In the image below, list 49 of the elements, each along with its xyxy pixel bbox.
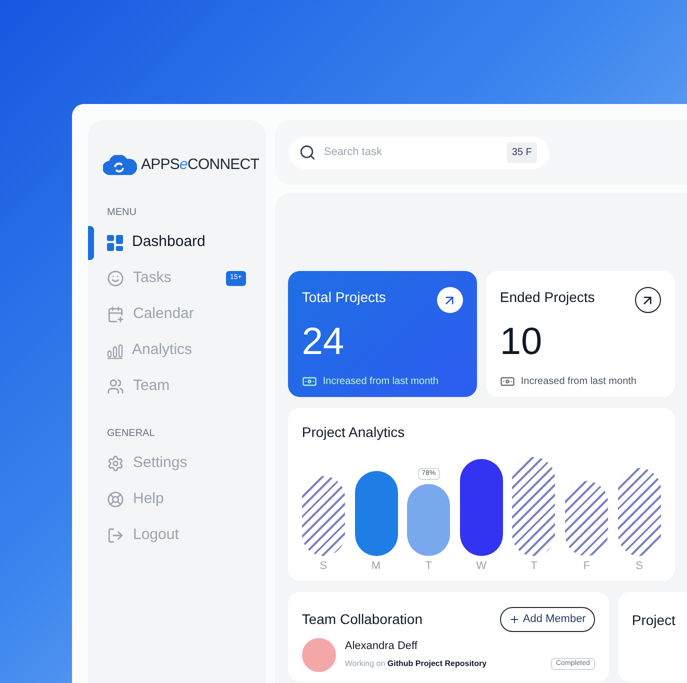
day-label: S [318, 559, 328, 574]
add-member-button[interactable]: Add Member [500, 607, 595, 632]
stat-value: 10 [500, 323, 544, 361]
open-button[interactable] [436, 287, 463, 313]
day-label: T [530, 559, 538, 574]
day-label: T [424, 559, 434, 574]
nav-item[interactable]: Calendar [107, 303, 194, 326]
day-label: S [634, 559, 644, 574]
help-icon [107, 491, 124, 508]
logout-icon [107, 527, 124, 544]
stat-note: Increased from last month [520, 375, 636, 389]
nav-item[interactable]: Dashboard [107, 231, 206, 254]
search-placeholder: Search task [324, 145, 383, 160]
member-task: Working on Github Project Repository [344, 658, 487, 670]
section-heading: MENU [106, 206, 138, 220]
cloud-logo-icon [103, 155, 137, 176]
card-title: Team Collaboration [302, 610, 422, 629]
card-title: Project [632, 612, 676, 628]
banknote-icon [302, 374, 317, 389]
calendar-icon [107, 306, 124, 323]
stat-value: 24 [302, 323, 346, 361]
team-icon [107, 378, 124, 395]
nav-item[interactable]: Settings [107, 452, 188, 475]
bar-chart-icon [107, 342, 123, 358]
shortcut-badge: 35 F [506, 142, 537, 163]
member-name: Alexandra Deff [344, 639, 418, 654]
card-title: Project Analytics [302, 423, 406, 442]
section-heading: GENERAL [106, 426, 156, 440]
search-field[interactable]: Search task 35 F [288, 136, 549, 168]
nav-item[interactable]: Tasks [107, 267, 172, 290]
banknote-icon [500, 374, 515, 389]
plus-icon [508, 614, 520, 625]
settings-icon [107, 455, 124, 472]
nav-item[interactable]: Team [107, 375, 170, 398]
stat-title: Total Projects [302, 288, 386, 307]
day-label: M [370, 559, 382, 574]
stat-title: Ended Projects [500, 288, 595, 307]
avatar [302, 638, 336, 672]
dashboard-icon [107, 234, 123, 250]
nav-item[interactable]: Logout [107, 524, 179, 547]
logo-text: APPSeCONNECT [141, 155, 260, 175]
open-button[interactable] [634, 287, 661, 313]
stat-note: Increased from last month [322, 375, 438, 389]
day-label: F [582, 559, 591, 574]
nav-item[interactable]: Help [107, 488, 164, 511]
sticker-icon [107, 270, 124, 287]
nav-item[interactable]: Analytics [107, 339, 192, 362]
day-label: W [475, 559, 488, 574]
search-icon [298, 144, 316, 161]
